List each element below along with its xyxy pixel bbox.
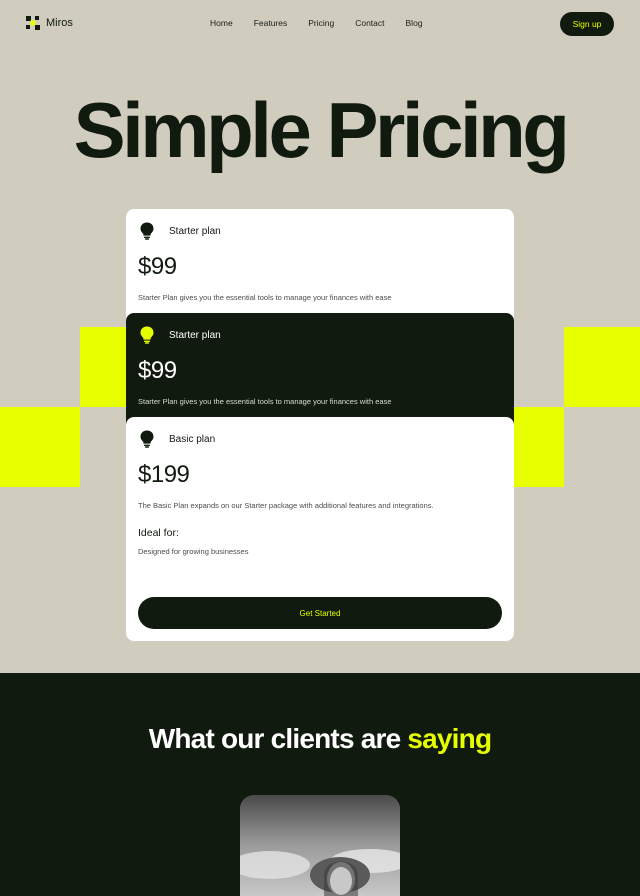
plan-name: Basic plan	[169, 433, 216, 445]
card-header: Basic plan	[139, 430, 215, 448]
ideal-for-description: Designed for growing businesses	[138, 547, 249, 556]
testimonials-section: What our clients are saying	[0, 673, 640, 896]
ideal-for-label: Ideal for:	[138, 527, 179, 539]
card-header: Starter plan	[139, 222, 221, 240]
get-started-button[interactable]: Get Started	[138, 597, 502, 629]
brand-name: Miros	[46, 17, 73, 29]
nav-links: Home Features Pricing Contact Blog	[210, 18, 444, 28]
card-header: Starter plan	[139, 326, 221, 344]
pricing-card-basic[interactable]: Basic plan $199 The Basic Plan expands o…	[126, 417, 514, 641]
lightbulb-icon	[140, 222, 154, 240]
plan-price: $99	[138, 357, 177, 384]
client-portrait-image	[240, 795, 400, 896]
plan-description: The Basic Plan expands on our Starter pa…	[138, 501, 434, 510]
plan-description: Starter Plan gives you the essential too…	[138, 397, 392, 406]
nav-link-features[interactable]: Features	[254, 18, 288, 28]
top-nav: Miros Home Features Pricing Contact Blog…	[0, 0, 640, 48]
plan-description: Starter Plan gives you the essential too…	[138, 293, 392, 302]
lightbulb-icon	[140, 326, 154, 344]
logo-icon	[26, 16, 40, 30]
testimonials-title-main: What our clients are	[148, 723, 401, 754]
nav-link-pricing[interactable]: Pricing	[308, 18, 334, 28]
testimonials-title-highlight: saying	[407, 723, 492, 754]
plan-price: $99	[138, 253, 177, 280]
decor-square	[0, 407, 80, 487]
hero-section: Miros Home Features Pricing Contact Blog…	[0, 0, 640, 673]
nav-link-blog[interactable]: Blog	[406, 18, 423, 28]
signup-button[interactable]: Sign up	[560, 12, 614, 36]
plan-name: Starter plan	[169, 329, 221, 341]
nav-link-home[interactable]: Home	[210, 18, 233, 28]
pricing-card-starter-dark[interactable]: Starter plan $99 Starter Plan gives you …	[126, 313, 514, 433]
brand-logo[interactable]: Miros	[26, 16, 73, 30]
pricing-card-starter[interactable]: Starter plan $99 Starter Plan gives you …	[126, 209, 514, 329]
testimonials-title: What our clients are saying	[0, 723, 640, 755]
lightbulb-icon	[140, 430, 154, 448]
plan-name: Starter plan	[169, 225, 221, 237]
client-photo	[240, 795, 400, 896]
decor-square	[564, 327, 640, 407]
nav-link-contact[interactable]: Contact	[355, 18, 384, 28]
plan-price: $199	[138, 461, 190, 488]
page-title: Simple Pricing	[73, 86, 570, 174]
